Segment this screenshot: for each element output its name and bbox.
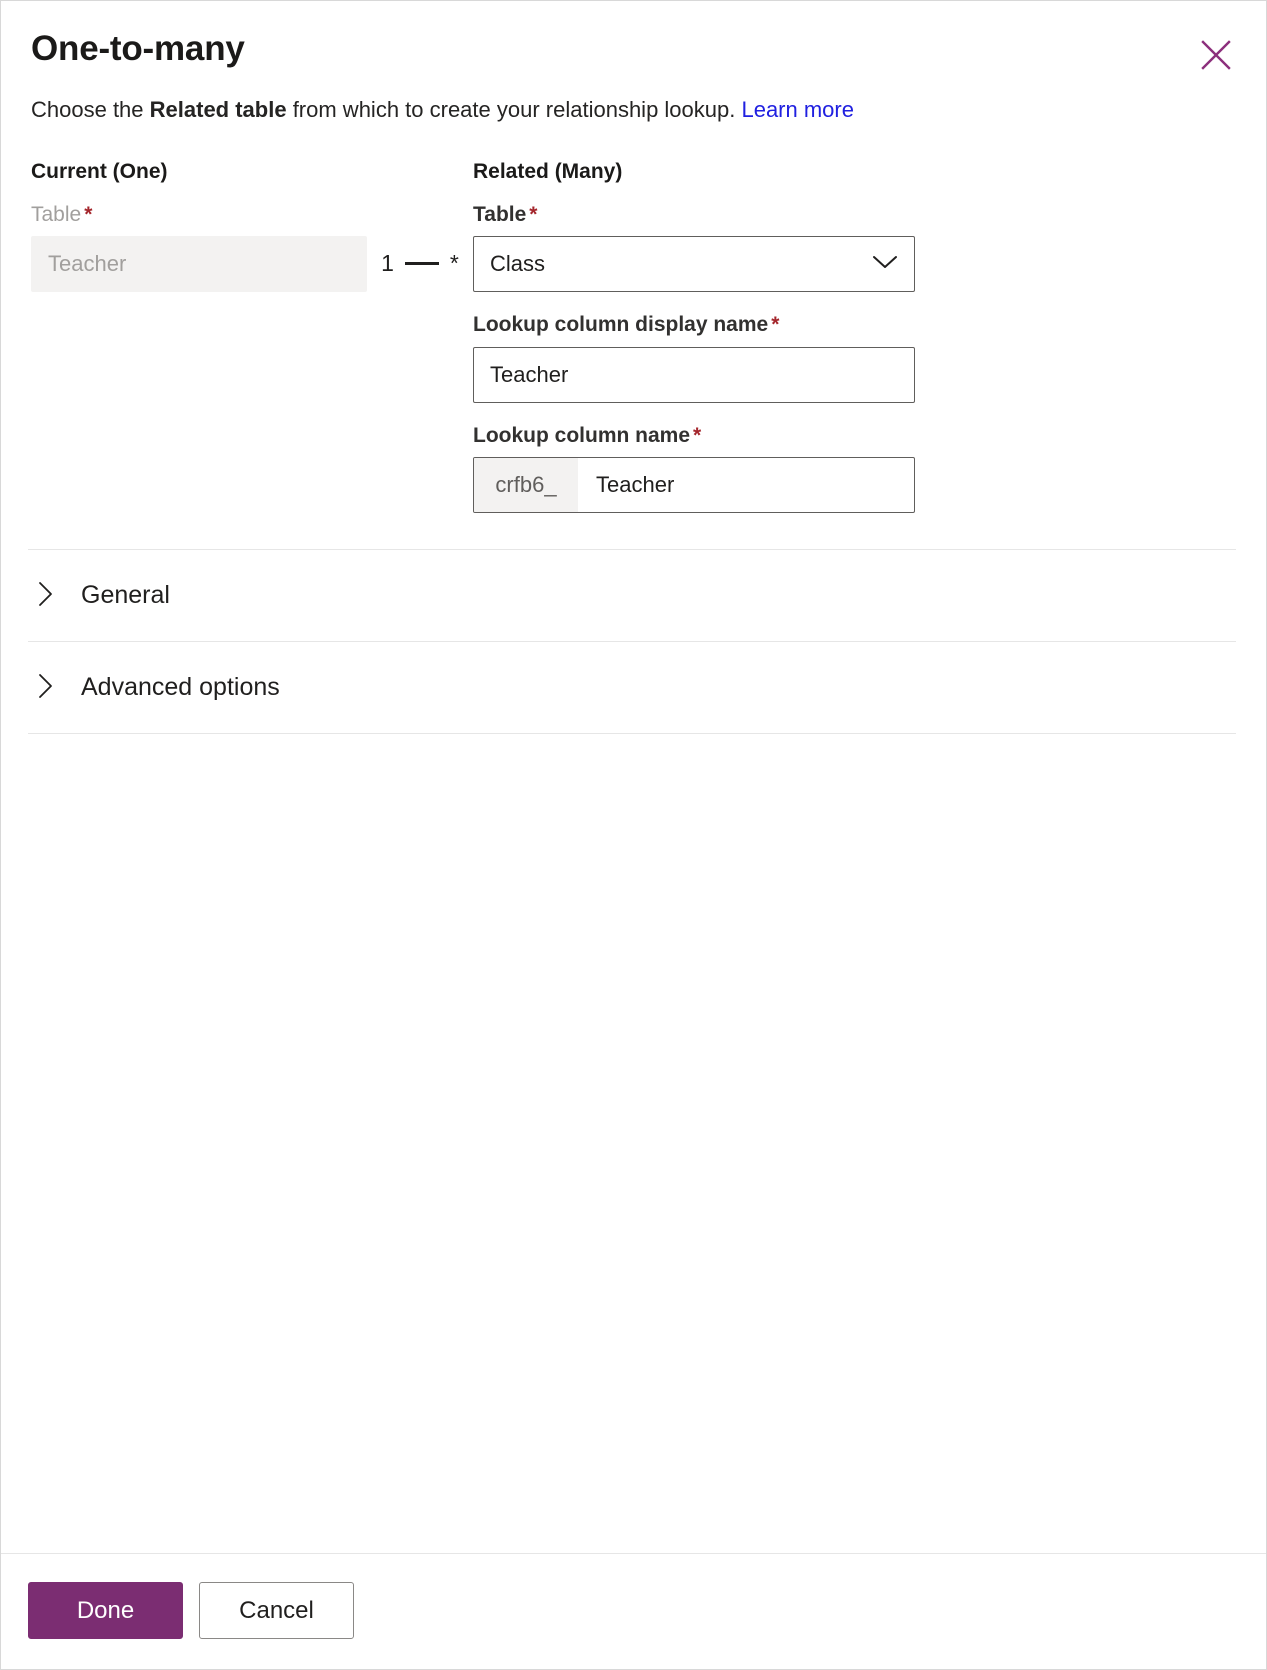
- lookup-column-name-group: crfb6_: [473, 456, 915, 513]
- one-to-many-dialog: One-to-many Choose the Related table fro…: [0, 0, 1267, 1670]
- current-one-column: Current (One) Table *: [31, 159, 367, 293]
- relationship-form: Current (One) Table* 1 * Related (Many): [1, 125, 1266, 513]
- related-table-label-text: Table: [473, 203, 527, 227]
- required-asterisk: *: [529, 203, 538, 227]
- relationship-many-marker: *: [449, 249, 459, 276]
- page-title: One-to-many: [31, 29, 245, 68]
- current-table-field: Table *: [31, 202, 367, 293]
- current-table-input: [31, 236, 367, 293]
- dialog-header: One-to-many: [1, 1, 1266, 70]
- lookup-display-name-field: Lookup column display name *: [473, 312, 915, 403]
- learn-more-link[interactable]: Learn more: [741, 97, 854, 122]
- lookup-column-name-label-text: Lookup column name: [473, 423, 691, 447]
- dialog-description: Choose the Related table from which to c…: [1, 69, 1266, 125]
- close-icon: [1199, 38, 1233, 72]
- related-table-dropdown[interactable]: Class: [473, 236, 915, 293]
- done-button[interactable]: Done: [28, 1582, 183, 1639]
- relationship-line: [404, 261, 439, 265]
- dialog-footer: Done Cancel: [1, 1553, 1266, 1669]
- collapsible-sections: General Advanced options: [1, 548, 1266, 734]
- chevron-right-icon: [37, 672, 55, 703]
- related-table-selected-value: Class: [490, 251, 546, 277]
- related-many-column: Related (Many) Table * Class Lookup colu…: [473, 159, 915, 513]
- lookup-column-name-prefix: crfb6_: [474, 457, 578, 512]
- related-many-heading: Related (Many): [473, 159, 623, 183]
- description-bold-term: Related table: [149, 97, 287, 123]
- current-table-label: Table *: [31, 202, 367, 227]
- lookup-column-name-input[interactable]: [578, 457, 914, 512]
- section-general[interactable]: General: [1, 550, 1266, 641]
- lookup-display-name-input[interactable]: [473, 346, 915, 403]
- description-suffix: from which to create your relationship l…: [286, 97, 742, 123]
- current-table-label-text: Table: [31, 203, 82, 227]
- close-button[interactable]: [1194, 33, 1238, 77]
- lookup-display-name-label: Lookup column display name *: [473, 312, 915, 337]
- description-prefix: Choose the: [31, 97, 150, 123]
- section-advanced-options[interactable]: Advanced options: [1, 642, 1266, 733]
- relationship-indicator: 1 *: [367, 159, 473, 275]
- section-advanced-options-label: Advanced options: [81, 673, 280, 702]
- required-asterisk: *: [771, 313, 780, 337]
- lookup-display-name-label-text: Lookup column display name: [473, 313, 769, 337]
- chevron-right-icon: [37, 580, 55, 611]
- lookup-column-name-field: Lookup column name * crfb6_: [473, 423, 915, 513]
- relationship-one-marker: 1: [381, 249, 394, 276]
- required-asterisk: *: [84, 203, 93, 227]
- related-table-field: Table * Class: [473, 202, 915, 293]
- required-asterisk: *: [693, 423, 702, 447]
- section-general-label: General: [81, 581, 170, 610]
- related-table-label: Table *: [473, 202, 915, 227]
- current-one-heading: Current (One): [31, 159, 168, 183]
- lookup-column-name-label: Lookup column name *: [473, 423, 915, 448]
- chevron-down-icon: [872, 254, 898, 275]
- cancel-button[interactable]: Cancel: [199, 1582, 354, 1639]
